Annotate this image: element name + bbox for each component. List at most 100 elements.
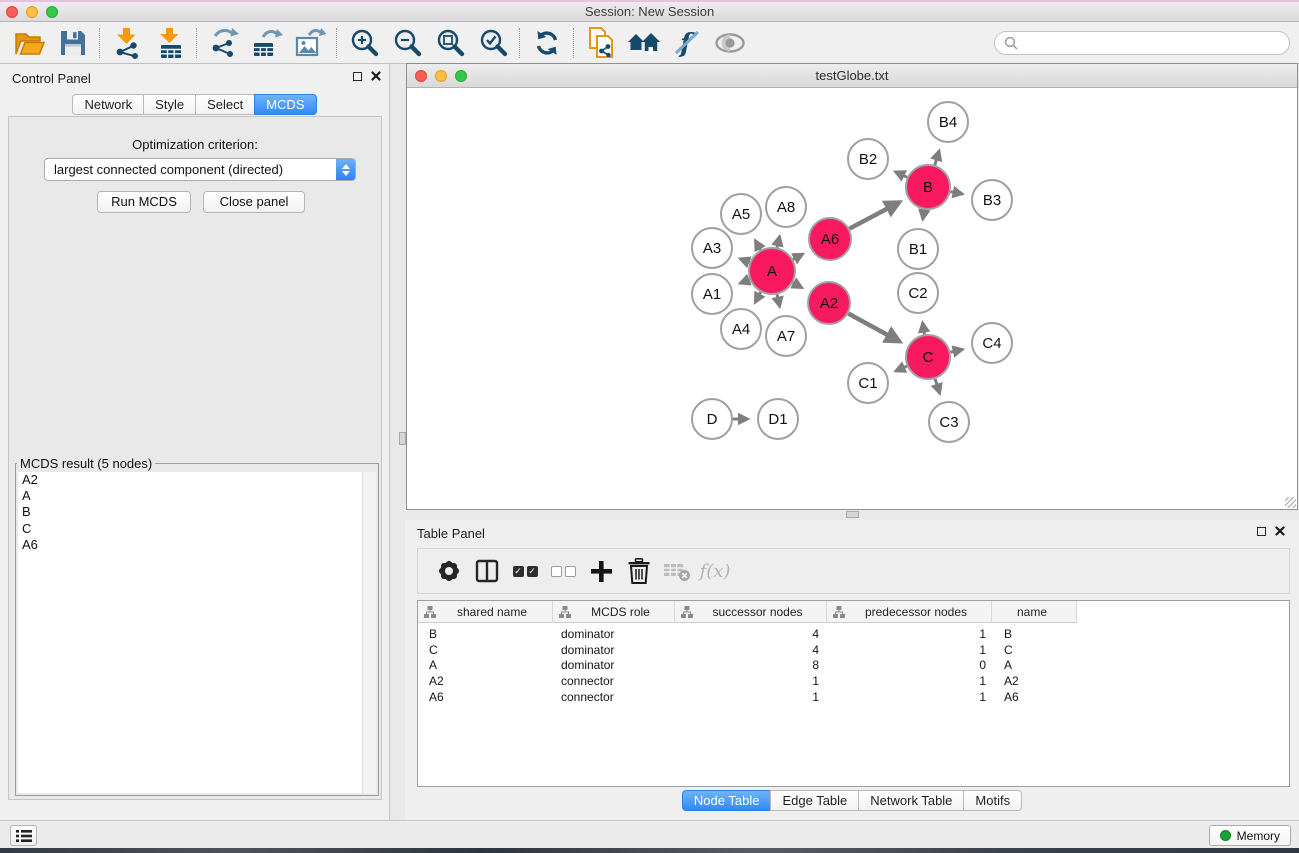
table-row-B[interactable]: Bdominator41B <box>418 626 1289 642</box>
close-panel-icon[interactable] <box>371 71 381 81</box>
column-header-MCDS-role[interactable]: MCDS role <box>553 601 675 623</box>
cell[interactable]: B <box>992 627 1077 641</box>
cell[interactable]: 1 <box>675 690 827 704</box>
cell[interactable]: A2 <box>992 674 1077 688</box>
graph-node-B1[interactable]: B1 <box>898 229 938 269</box>
column-header-shared-name[interactable]: shared name <box>418 601 553 623</box>
cell[interactable]: A <box>992 658 1077 672</box>
cell[interactable]: 0 <box>827 658 992 672</box>
close-panel-button[interactable]: Close panel <box>203 191 305 213</box>
graph-edge-B-B2[interactable] <box>895 172 907 178</box>
graph-edge-B-B3[interactable] <box>951 192 963 194</box>
graph-edge-C-C3[interactable] <box>935 379 940 394</box>
cell[interactable]: connector <box>553 690 675 704</box>
graph-node-B2[interactable]: B2 <box>848 139 888 179</box>
network-canvas[interactable]: ABCA2A6A1A3A4A5A7A8B1B2B3B4C1C2C3C4DD1 <box>407 89 1297 510</box>
float-table-panel-icon[interactable] <box>1257 527 1266 536</box>
cell[interactable]: dominator <box>553 643 675 657</box>
graph-edge-A-A8[interactable] <box>777 236 780 247</box>
graph-edge-B-B4[interactable] <box>935 151 939 165</box>
graph-node-B[interactable]: B <box>906 165 950 209</box>
cell[interactable]: C <box>418 643 553 657</box>
cell[interactable]: A6 <box>992 690 1077 704</box>
graph-node-B3[interactable]: B3 <box>972 180 1012 220</box>
cell[interactable]: A2 <box>418 674 553 688</box>
graph-node-C4[interactable]: C4 <box>972 323 1012 363</box>
table-settings-button[interactable] <box>430 558 468 584</box>
cell[interactable]: connector <box>553 674 675 688</box>
minimize-window-button[interactable] <box>26 6 38 18</box>
cell[interactable]: A6 <box>418 690 553 704</box>
graph-node-C3[interactable]: C3 <box>929 402 969 442</box>
window-resize-grip[interactable] <box>1285 497 1296 508</box>
graph-node-D[interactable]: D <box>692 399 732 439</box>
memory-button[interactable]: Memory <box>1209 825 1291 846</box>
delete-table-button[interactable] <box>658 560 696 582</box>
network-close-button[interactable] <box>415 70 427 82</box>
cell[interactable]: dominator <box>553 658 675 672</box>
cell[interactable]: A <box>418 658 553 672</box>
graph-node-B4[interactable]: B4 <box>928 102 968 142</box>
tab-network-table[interactable]: Network Table <box>858 790 964 811</box>
table-row-A6[interactable]: A6connector11A6 <box>418 689 1289 705</box>
tab-node-table[interactable]: Node Table <box>682 790 772 811</box>
export-image-button[interactable] <box>288 25 331 61</box>
network-zoom-button[interactable] <box>455 70 467 82</box>
cell[interactable]: 8 <box>675 658 827 672</box>
graph-edge-A-A5[interactable] <box>755 240 760 250</box>
graph-edge-A-A1[interactable] <box>740 280 750 284</box>
graph-node-A2[interactable]: A2 <box>808 282 850 324</box>
zoom-fit-button[interactable] <box>428 25 471 61</box>
cell[interactable]: 1 <box>827 627 992 641</box>
cell[interactable]: 1 <box>827 690 992 704</box>
task-history-button[interactable] <box>10 825 37 846</box>
graph-edge-A-A7[interactable] <box>777 295 780 307</box>
graph-edge-A-A2[interactable] <box>793 283 802 288</box>
delete-column-button[interactable] <box>620 558 658 584</box>
graph-edge-C-C2[interactable] <box>923 323 925 335</box>
table-row-A2[interactable]: A2connector11A2 <box>418 673 1289 689</box>
graph-node-D1[interactable]: D1 <box>758 399 798 439</box>
tab-network[interactable]: Network <box>72 94 144 115</box>
tab-mcds[interactable]: MCDS <box>254 94 316 115</box>
graph-edge-A6-B[interactable] <box>849 202 899 229</box>
table-row-A[interactable]: Adominator80A <box>418 658 1289 674</box>
graph-node-A4[interactable]: A4 <box>721 309 761 349</box>
graph-node-A[interactable]: A <box>749 248 795 294</box>
show-hide-button[interactable] <box>708 25 751 61</box>
result-item-A2[interactable]: A2 <box>18 472 362 488</box>
zoom-out-button[interactable] <box>385 25 428 61</box>
graph-edge-C-C1[interactable] <box>896 366 907 371</box>
cell[interactable]: C <box>992 643 1077 657</box>
cell[interactable]: 4 <box>675 643 827 657</box>
close-window-button[interactable] <box>6 6 18 18</box>
import-network-button[interactable] <box>105 25 148 61</box>
zoom-window-button[interactable] <box>46 6 58 18</box>
close-table-panel-icon[interactable] <box>1275 526 1285 536</box>
zoom-in-button[interactable] <box>342 25 385 61</box>
table-row-C[interactable]: Cdominator41C <box>418 642 1289 658</box>
graph-edge-A2-C[interactable] <box>848 314 900 342</box>
export-network-button[interactable] <box>202 25 245 61</box>
refresh-layout-button[interactable] <box>525 25 568 61</box>
graph-node-A5[interactable]: A5 <box>721 194 761 234</box>
float-panel-icon[interactable] <box>353 72 362 81</box>
graph-node-A7[interactable]: A7 <box>766 316 806 356</box>
criterion-select[interactable]: largest connected component (directed) <box>44 158 356 181</box>
cell[interactable]: B <box>418 627 553 641</box>
tab-style[interactable]: Style <box>143 94 196 115</box>
export-table-button[interactable] <box>245 25 288 61</box>
select-all-button[interactable]: ✓✓ <box>506 566 544 577</box>
network-minimize-button[interactable] <box>435 70 447 82</box>
graph-edge-A-A6[interactable] <box>793 254 803 259</box>
cell[interactable]: 1 <box>827 643 992 657</box>
save-session-button[interactable] <box>51 25 94 61</box>
show-columns-button[interactable] <box>468 559 506 583</box>
graph-edge-A-A4[interactable] <box>755 292 761 302</box>
graph-node-C[interactable]: C <box>906 335 950 379</box>
open-session-button[interactable] <box>8 25 51 61</box>
graph-node-A8[interactable]: A8 <box>766 187 806 227</box>
graph-edge-B-B1[interactable] <box>923 210 925 220</box>
result-item-A6[interactable]: A6 <box>18 537 362 553</box>
graph-node-A1[interactable]: A1 <box>692 274 732 314</box>
